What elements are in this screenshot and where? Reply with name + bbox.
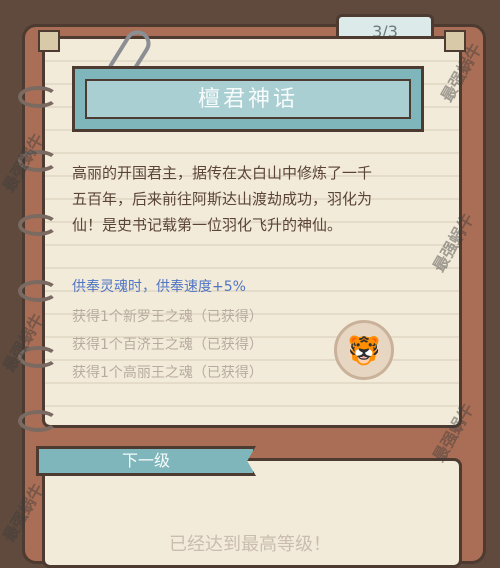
max-level-message: 已经达到最高等级！: [169, 534, 331, 555]
requirement-item: 获得1个新罗王之魂（已获得）: [72, 309, 263, 325]
binder-ring-icon: [18, 86, 58, 108]
binder-ring-icon: [18, 410, 58, 432]
tiger-emblem-icon: 🐯: [334, 320, 394, 380]
requirement-item: 获得1个高丽王之魂（已获得）: [72, 365, 263, 381]
binder-ring-icon: [18, 214, 58, 236]
next-level-tab: 下一级: [36, 446, 256, 476]
description-line: 仙！是史书记载第一位羽化飞升的神仙。: [72, 216, 343, 234]
next-level-label: 下一级: [121, 451, 170, 470]
binder-ring-icon: [18, 280, 58, 302]
corner-decoration: [38, 30, 60, 52]
description-line: 五百年，后来前往阿斯达山渡劫成功，羽化为: [72, 190, 373, 208]
requirement-item: 获得1个百济王之魂（已获得）: [72, 337, 263, 353]
description-line: 高丽的开国君主，据传在太白山中修炼了一千: [72, 164, 373, 182]
page-title: 檀君神话: [85, 79, 411, 119]
title-banner: 檀君神话: [72, 66, 424, 132]
description: 高丽的开国君主，据传在太白山中修炼了一千 五百年，后来前往阿斯达山渡劫成功，羽化…: [72, 160, 422, 238]
bonus-effect: 供奉灵魂时，供奉速度+5%: [72, 279, 246, 295]
